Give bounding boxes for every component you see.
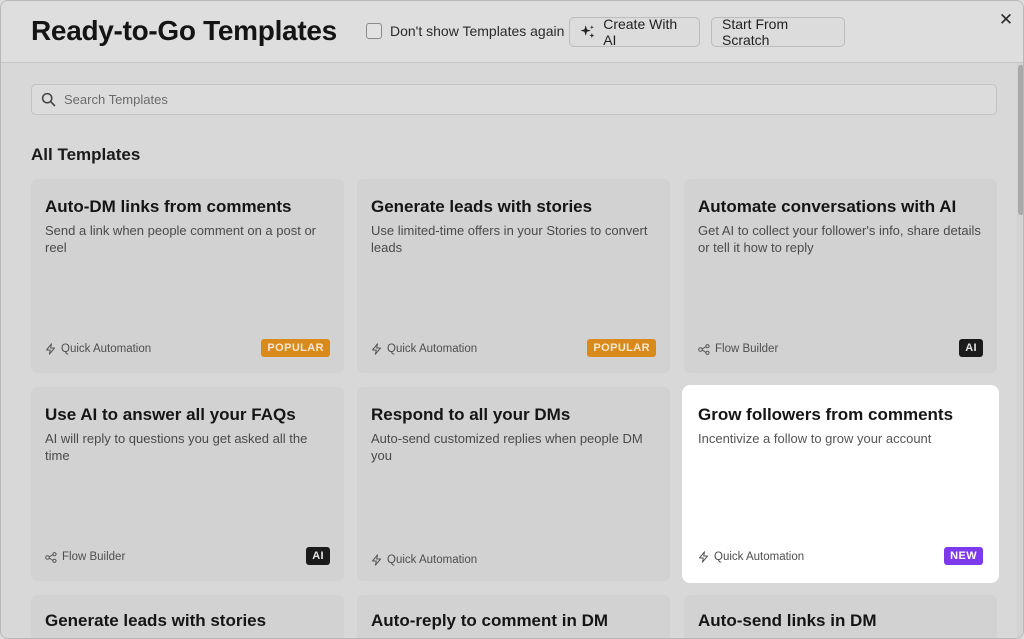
card-type-label: Flow Builder [62, 551, 126, 563]
start-from-scratch-button[interactable]: Start From Scratch [711, 16, 845, 48]
create-with-ai-label: Create With AI [603, 16, 678, 48]
card-title: Generate leads with stories [371, 197, 593, 216]
popular-badge: POPULAR [261, 339, 330, 357]
card-description: Send a link when people comment on a pos… [45, 223, 317, 255]
start-from-scratch-label: Start From Scratch [722, 16, 789, 48]
card-type-label: Quick Automation [387, 554, 478, 566]
card-description: Get AI to collect your follower's info, … [698, 223, 981, 255]
scrollbar-thumb[interactable] [1018, 65, 1023, 215]
template-card-highlighted[interactable]: Grow followers from comments Incentivize… [684, 387, 997, 581]
card-type: Flow Builder [45, 551, 125, 563]
search-input[interactable] [64, 92, 964, 107]
bolt-icon [699, 551, 708, 563]
template-card[interactable]: Auto-DM links from comments Send a link … [31, 179, 344, 373]
card-type: Quick Automation [371, 343, 477, 355]
bolt-icon [372, 554, 381, 566]
template-card[interactable]: Auto-send links in DM [684, 595, 997, 638]
flow-icon [698, 343, 710, 355]
card-type: Quick Automation [698, 551, 804, 563]
card-description: Use limited-time offers in your Stories … [371, 223, 648, 255]
card-type-label: Quick Automation [387, 343, 478, 355]
popular-badge: POPULAR [587, 339, 656, 357]
card-title: Auto-send links in DM [698, 611, 877, 630]
bolt-icon [46, 343, 55, 355]
modal-header: Ready-to-Go Templates Don't show Templat… [1, 1, 1023, 63]
scrollbar[interactable] [1017, 63, 1023, 638]
close-icon[interactable]: ✕ [997, 11, 1015, 29]
section-title: All Templates [31, 145, 141, 164]
card-type: Quick Automation [371, 554, 477, 566]
modal-title: Ready-to-Go Templates [31, 15, 337, 46]
card-type-label: Quick Automation [714, 551, 805, 563]
card-type: Flow Builder [698, 343, 778, 355]
dont-show-checkbox[interactable] [366, 23, 382, 39]
card-type-label: Quick Automation [61, 343, 152, 355]
card-type-label: Flow Builder [715, 343, 779, 355]
flow-icon [45, 551, 57, 563]
ai-badge: AI [306, 547, 330, 565]
template-card[interactable]: Use AI to answer all your FAQs AI will r… [31, 387, 344, 581]
bolt-icon [372, 343, 381, 355]
template-card[interactable]: Respond to all your DMs Auto-send custom… [357, 387, 670, 581]
card-description: AI will reply to questions you get asked… [45, 431, 308, 463]
search-box[interactable] [31, 84, 997, 115]
dont-show-toggle[interactable]: Don't show Templates again [366, 23, 564, 39]
new-badge: NEW [944, 547, 983, 565]
card-title: Use AI to answer all your FAQs [45, 405, 296, 424]
dont-show-label: Don't show Templates again [390, 23, 565, 39]
card-title: Auto-reply to comment in DM [371, 611, 609, 630]
card-description: Auto-send customized replies when people… [371, 431, 643, 463]
card-type: Quick Automation [45, 343, 151, 355]
ai-badge: AI [959, 339, 983, 357]
search-icon [41, 92, 56, 107]
card-title: Grow followers from comments [698, 405, 954, 424]
template-card[interactable]: Automate conversations with AI Get AI to… [684, 179, 997, 373]
card-description: Incentivize a follow to grow your accoun… [698, 431, 932, 446]
template-card[interactable]: Generate leads with stories [31, 595, 344, 638]
create-with-ai-button[interactable]: Create With AI [569, 16, 700, 48]
templates-modal: Ready-to-Go Templates Don't show Templat… [0, 0, 1024, 639]
card-title: Automate conversations with AI [698, 197, 957, 216]
template-card[interactable]: Generate leads with stories Use limited-… [357, 179, 670, 373]
card-title: Respond to all your DMs [371, 405, 571, 424]
card-title: Auto-DM links from comments [45, 197, 292, 216]
card-title: Generate leads with stories [45, 611, 267, 630]
template-card[interactable]: Auto-reply to comment in DM [357, 595, 670, 638]
sparkle-icon [580, 25, 595, 39]
